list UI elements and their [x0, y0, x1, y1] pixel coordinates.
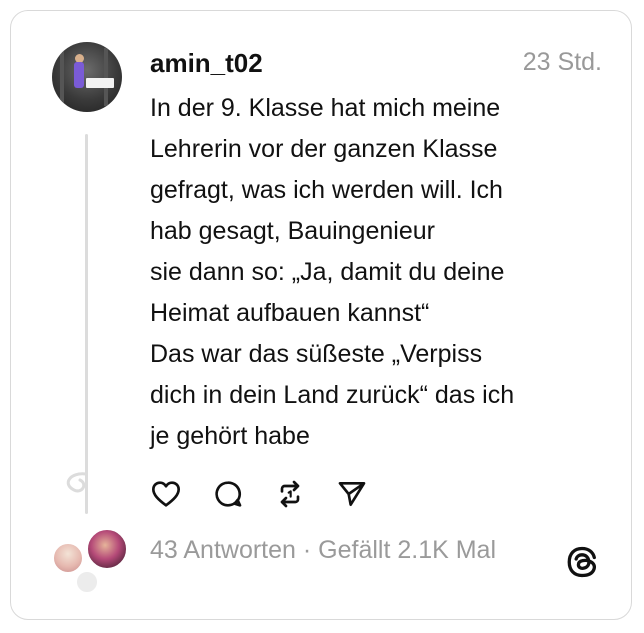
timestamp: 23 Std.	[522, 48, 602, 76]
post-stats: 43 Antworten · Gefällt 2.1K Mal	[150, 536, 496, 565]
heart-icon	[152, 481, 180, 507]
avatar[interactable]	[52, 42, 122, 112]
reply-avatar[interactable]	[75, 570, 99, 594]
threads-logo-icon	[567, 546, 596, 578]
username[interactable]: amin_t02	[150, 48, 263, 79]
reply-avatar[interactable]	[86, 528, 128, 570]
send-icon	[338, 482, 366, 506]
thread-line	[85, 134, 88, 514]
reply-avatar[interactable]	[52, 542, 84, 574]
replies-count[interactable]: 43 Antworten	[150, 536, 296, 564]
post-text: In der 9. Klasse hat mich meine Lehrerin…	[150, 94, 515, 450]
thread-loop-icon	[66, 472, 88, 493]
stats-separator: ·	[295, 536, 319, 564]
likes-count[interactable]: Gefällt 2.1K Mal	[318, 536, 496, 564]
repost-icon	[280, 480, 300, 508]
reply-button[interactable]	[210, 476, 246, 512]
like-button[interactable]	[148, 476, 184, 512]
share-button[interactable]	[334, 476, 370, 512]
repost-button[interactable]	[272, 476, 308, 512]
comment-icon	[215, 481, 242, 507]
